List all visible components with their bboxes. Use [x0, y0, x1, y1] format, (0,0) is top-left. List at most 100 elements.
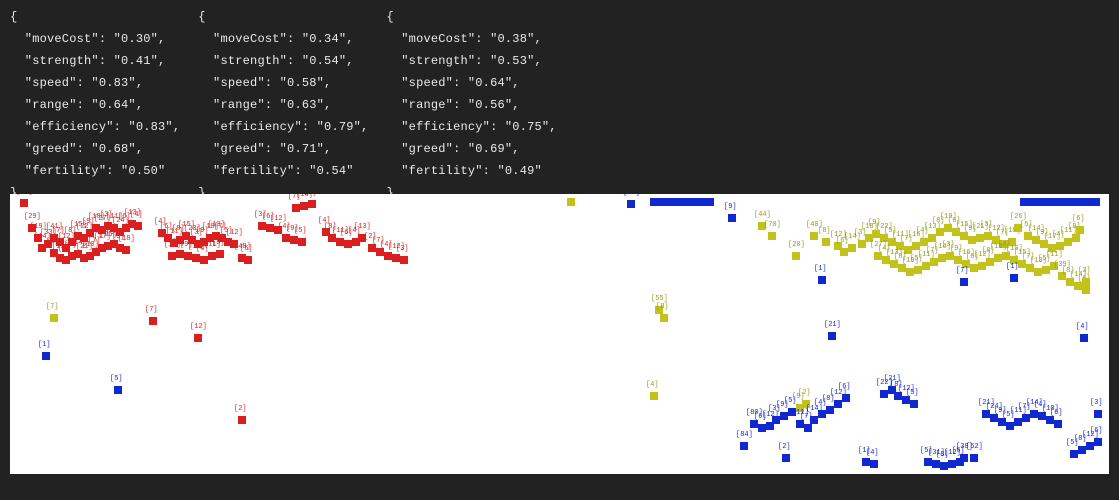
agent-olive[interactable]: [14]	[1032, 236, 1040, 244]
agent-olive[interactable]: [18]	[994, 254, 1002, 262]
agent-olive[interactable]: [5]	[888, 238, 896, 246]
agent-olive[interactable]: [6]	[840, 248, 848, 256]
agent-red[interactable]: [6]	[266, 224, 274, 232]
agent-red[interactable]: [14]	[168, 252, 176, 260]
agent-red[interactable]: [7]	[149, 317, 157, 325]
agent-olive[interactable]: [4]	[650, 392, 658, 400]
agent-red[interactable]: [12]	[274, 226, 282, 234]
agent-blue[interactable]: [3]	[1094, 410, 1102, 418]
agent-olive[interactable]: [14]	[938, 254, 946, 262]
agent-blue[interactable]: [22]	[880, 390, 888, 398]
agent-blue[interactable]: [7]	[804, 424, 812, 432]
agent-blue[interactable]: [7]	[960, 278, 968, 286]
agent-olive[interactable]: [14]	[848, 244, 856, 252]
agent-blue[interactable]: [12]	[1086, 442, 1094, 450]
agent-olive[interactable]: [55]	[655, 306, 663, 314]
agent-red[interactable]: [18]	[122, 246, 130, 254]
agent-blue[interactable]: [31]	[932, 460, 940, 468]
agent-red[interactable]: [8]	[216, 250, 224, 258]
agent-blue[interactable]: [5]	[924, 458, 932, 466]
agent-olive[interactable]: [18]	[1008, 238, 1016, 246]
agent-blue[interactable]: [11]	[706, 198, 714, 206]
agent-blue[interactable]: [12]	[834, 400, 842, 408]
agent-blue[interactable]: [8]	[1084, 198, 1092, 206]
agent-red[interactable]: [11]	[336, 238, 344, 246]
agent-red[interactable]: [3]	[258, 222, 266, 230]
agent-red[interactable]: [4]	[282, 234, 290, 242]
agent-olive[interactable]: [12]	[978, 262, 986, 270]
agent-olive[interactable]: [19]	[944, 224, 952, 232]
agent-olive[interactable]: [13]	[890, 260, 898, 268]
agent-blue[interactable]: [11]	[1014, 418, 1022, 426]
agent-blue[interactable]: [11]	[796, 420, 804, 428]
agent-blue[interactable]: [6]	[842, 394, 850, 402]
agent-red[interactable]: [3]	[400, 256, 408, 264]
agent-olive[interactable]: [4]	[1002, 252, 1010, 260]
agent-blue[interactable]: [24]	[990, 414, 998, 422]
agent-blue[interactable]: [14]	[1092, 198, 1100, 206]
agent-red[interactable]: [8]	[328, 234, 336, 242]
agent-blue[interactable]: [5]	[910, 400, 918, 408]
agent-olive[interactable]: [22]	[880, 234, 888, 242]
agent-blue[interactable]: [80]	[750, 420, 758, 428]
agent-blue[interactable]: [84]	[740, 442, 748, 450]
agent-olive[interactable]: [8]	[986, 258, 994, 266]
agent-blue[interactable]: [5]	[114, 386, 122, 394]
agent-red[interactable]: [9]	[290, 236, 298, 244]
agent-blue[interactable]: [4]	[1080, 334, 1088, 342]
agent-olive[interactable]: [17]	[1048, 244, 1056, 252]
agent-red[interactable]: [6]	[344, 240, 352, 248]
agent-red[interactable]: [29]	[28, 224, 36, 232]
agent-olive[interactable]: [6]	[1076, 226, 1084, 234]
agent-blue[interactable]: [7]	[1060, 198, 1068, 206]
agent-olive[interactable]: [7]	[904, 246, 912, 254]
agent-red[interactable]: [4]	[384, 252, 392, 260]
agent-red[interactable]: [11]	[208, 252, 216, 260]
agent-olive[interactable]: [6]	[952, 228, 960, 236]
agent-red[interactable]: [4]	[134, 222, 142, 230]
agent-blue[interactable]: [9]	[674, 198, 682, 206]
agent-red[interactable]: [13]	[358, 234, 366, 242]
agent-olive[interactable]: [13]	[1034, 268, 1042, 276]
agent-olive[interactable]: [8]	[936, 228, 944, 236]
agent-olive[interactable]: [5]	[1024, 232, 1032, 240]
agent-blue[interactable]: [12]	[948, 460, 956, 468]
agent-olive[interactable]: [9]	[954, 256, 962, 264]
agent-blue[interactable]: [6]	[1094, 438, 1102, 446]
agent-olive[interactable]: [27]	[874, 252, 882, 260]
agent-red[interactable]: [5]	[298, 238, 306, 246]
agent-blue[interactable]: [1]	[1010, 274, 1018, 282]
agent-red[interactable]: [2]	[238, 416, 246, 424]
agent-red[interactable]: [7]	[376, 248, 384, 256]
agent-blue[interactable]: [8]	[650, 198, 658, 206]
agent-olive[interactable]: [21]	[976, 234, 984, 242]
agent-olive[interactable]: [6]	[1082, 286, 1090, 294]
agent-olive[interactable]: [7]	[1026, 264, 1034, 272]
agent-blue[interactable]: [5]	[788, 408, 796, 416]
agent-blue[interactable]: [12]	[1068, 198, 1076, 206]
agent-blue[interactable]: [11]	[1028, 198, 1036, 206]
agent-olive[interactable]: [16]	[912, 242, 920, 250]
agent-olive[interactable]: [7]	[930, 258, 938, 266]
agent-blue[interactable]: [1]	[862, 458, 870, 466]
agent-olive[interactable]: [6]	[970, 264, 978, 272]
agent-red[interactable]: [2]	[368, 244, 376, 252]
agent-olive[interactable]: [13]	[928, 234, 936, 242]
agent-olive[interactable]: [3]	[946, 252, 954, 260]
agent-red[interactable]: [12]	[230, 240, 238, 248]
agent-blue[interactable]: [8]	[826, 406, 834, 414]
agent-olive[interactable]: [44]	[758, 222, 766, 230]
agent-blue[interactable]: [6]	[1020, 198, 1028, 206]
agent-olive[interactable]: [3]	[984, 232, 992, 240]
agent-blue[interactable]: [8]	[1078, 446, 1086, 454]
agent-blue[interactable]: [21]	[982, 410, 990, 418]
agent-olive[interactable]: [8]	[1072, 234, 1080, 242]
agent-blue[interactable]: [9]	[780, 412, 788, 420]
agent-olive[interactable]: [12]	[992, 236, 1000, 244]
agent-olive[interactable]: [9]	[1040, 240, 1048, 248]
agent-blue[interactable]: [14]	[1030, 410, 1038, 418]
agent-olive[interactable]: [15]	[960, 232, 968, 240]
agent-red[interactable]: [2]	[176, 250, 184, 258]
agent-olive[interactable]: [16]	[962, 260, 970, 268]
agent-olive[interactable]: [4]	[1056, 242, 1064, 250]
